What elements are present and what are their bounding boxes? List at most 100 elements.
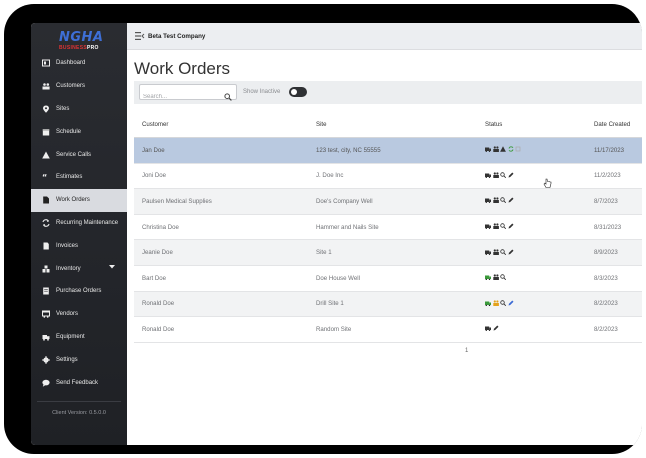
- table-header-row: Customer Site Status Date Created: [134, 112, 642, 138]
- map-pin-icon: [41, 104, 50, 113]
- table-row[interactable]: Christina Doe Hammer and Nails Site 8/31/2…: [134, 214, 642, 241]
- cell-site: Site 1: [308, 239, 477, 266]
- logo-subtext: BUSINESSPRO: [59, 45, 103, 51]
- sidebar-item-inventory[interactable]: Inventory: [31, 257, 127, 280]
- pencil-icon: [493, 325, 499, 333]
- sidebar-item-estimates[interactable]: “ Estimates: [31, 166, 127, 189]
- cell-customer: Christina Doe: [134, 214, 308, 241]
- pencil-icon: [508, 249, 514, 257]
- top-bar: Beta Test Company: [127, 23, 642, 50]
- cell-date-created: 8/31/2023: [586, 214, 642, 241]
- purchase-order-icon: [41, 287, 50, 296]
- people-icon: [492, 249, 499, 257]
- cell-status: [477, 137, 586, 164]
- table-row[interactable]: Joni Doe J. Doe Inc 11/2/2023: [134, 163, 642, 190]
- cell-status: [477, 239, 586, 266]
- app-logo[interactable]: NGHA BUSINESSPRO: [59, 31, 103, 53]
- sidebar-item-purchase-orders[interactable]: Purchase Orders: [31, 280, 127, 303]
- sidebar-item-schedule[interactable]: Schedule: [31, 120, 127, 143]
- sidebar-item-equipment[interactable]: Equipment: [31, 326, 127, 349]
- logo-sub-business: BUSINESS: [59, 45, 87, 51]
- invoice-icon: [41, 241, 50, 250]
- sidebar-item-vendors[interactable]: Vendors: [31, 303, 127, 326]
- mouse-cursor-icon: [543, 176, 552, 194]
- table-row[interactable]: Jan Doe 123 test, city, NC 55555 11/17/202…: [134, 137, 642, 164]
- cell-status: [477, 265, 586, 292]
- device-frame: NGHA BUSINESSPRO Dashboard Customers Sites…: [4, 4, 642, 454]
- pencil-icon: [508, 197, 514, 205]
- cell-date-created: 8/7/2023: [586, 188, 642, 215]
- filter-toolbar: Show Inactive: [134, 81, 642, 104]
- sidebar-item-label: Vendors: [56, 311, 79, 318]
- people-icon: [492, 172, 499, 180]
- sidebar-item-label: Invoices: [56, 242, 79, 249]
- table-row[interactable]: Bart Doe Doe House Well 8/3/2023: [134, 265, 642, 292]
- calendar-icon: [41, 127, 50, 136]
- pencil-icon: [508, 172, 514, 180]
- search-icon: [500, 300, 507, 308]
- cell-customer: Jeanie Doe: [134, 239, 308, 266]
- cell-customer: Ronald Doe: [134, 291, 308, 318]
- cell-site: Doe's Company Well: [308, 188, 477, 215]
- sidebar-item-send-feedback[interactable]: Send Feedback: [31, 371, 127, 394]
- truck-icon: [485, 249, 491, 257]
- sidebar-item-invoices[interactable]: Invoices: [31, 234, 127, 257]
- main-content: Work Orders Show Inactive Customer S: [127, 50, 642, 445]
- customers-icon: [41, 82, 50, 91]
- sidebar-item-dashboard[interactable]: Dashboard: [31, 52, 127, 75]
- cell-site: Doe House Well: [308, 265, 477, 292]
- table-row[interactable]: Jeanie Doe Site 1 8/9/2023: [134, 239, 642, 266]
- cell-status: [477, 214, 586, 241]
- sidebar-item-sites[interactable]: Sites: [31, 98, 127, 121]
- cell-date-created: 11/2/2023: [586, 163, 642, 190]
- truck-icon: [485, 274, 491, 282]
- cell-date-created: 11/17/2023: [586, 137, 642, 164]
- menu-toggle-icon[interactable]: [135, 31, 145, 41]
- toggle-knob: [291, 89, 297, 95]
- header-customer[interactable]: Customer: [134, 112, 308, 138]
- cell-date-created: 8/9/2023: [586, 239, 642, 266]
- table-row[interactable]: Paulsen Medical Supplies Doe's Company We…: [134, 188, 642, 215]
- sidebar-item-label: Customers: [56, 83, 86, 90]
- truck-icon: [485, 197, 491, 205]
- sidebar-item-settings[interactable]: Settings: [31, 348, 127, 371]
- cell-customer: Paulsen Medical Supplies: [134, 188, 308, 215]
- show-inactive-toggle[interactable]: [289, 87, 307, 97]
- sidebar-item-label: Dashboard: [56, 60, 86, 67]
- search-box: [139, 84, 237, 104]
- header-status[interactable]: Status: [477, 112, 586, 138]
- cell-date-created: 8/3/2023: [586, 265, 642, 292]
- status-icons: [485, 146, 521, 154]
- refresh-icon: [508, 146, 514, 154]
- warning-icon: [41, 150, 50, 159]
- cell-date-created: 8/2/2023: [586, 291, 642, 318]
- quote-icon: “: [41, 173, 50, 182]
- header-date-created[interactable]: Date Created: [586, 112, 642, 138]
- table-row[interactable]: Ronald Doe Random Site 8/2/2023: [134, 316, 642, 343]
- people-icon: [492, 300, 499, 308]
- chevron-down-icon[interactable]: [109, 265, 115, 271]
- search-icon: [500, 274, 507, 282]
- square-icon: [515, 146, 521, 154]
- page-title: Work Orders: [134, 59, 231, 78]
- cell-site: Random Site: [308, 316, 477, 343]
- cell-site: Drill Site 1: [308, 291, 477, 318]
- sidebar-item-recurring-maintenance[interactable]: Recurring Maintenance: [31, 212, 127, 235]
- sidebar-item-service-calls[interactable]: Service Calls: [31, 143, 127, 166]
- search-input[interactable]: [140, 90, 223, 104]
- logo-sub-pro: PRO: [86, 45, 99, 51]
- header-site[interactable]: Site: [308, 112, 477, 138]
- cell-status: [477, 163, 586, 190]
- sidebar-item-work-orders[interactable]: Work Orders: [31, 188, 127, 212]
- svg-text:“: “: [42, 173, 47, 181]
- work-orders-table: Customer Site Status Date Created Jan Do…: [134, 112, 642, 343]
- people-icon: [492, 274, 499, 282]
- table-row[interactable]: Ronald Doe Drill Site 1 8/2/2023: [134, 291, 642, 318]
- company-name[interactable]: Beta Test Company: [148, 33, 205, 40]
- sidebar-item-customers[interactable]: Customers: [31, 75, 127, 98]
- pagination-page[interactable]: 1: [465, 348, 468, 354]
- search-icon[interactable]: [224, 88, 232, 106]
- cell-status: [477, 188, 586, 215]
- sidebar-item-label: Send Feedback: [56, 379, 99, 386]
- sidebar-item-label: Service Calls: [56, 151, 92, 158]
